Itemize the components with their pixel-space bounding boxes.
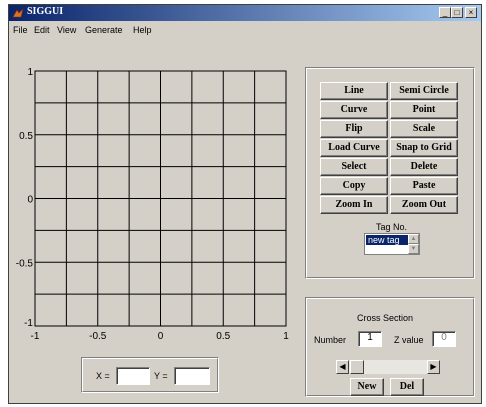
x-tick-label: 0.5 [216, 331, 230, 342]
x-tick-label: 0 [158, 331, 164, 342]
z-value-field: 0 [432, 331, 456, 347]
x-field[interactable] [116, 367, 150, 385]
tag-list-scrollbar[interactable]: ▲ ▼ [408, 234, 419, 254]
load-curve-button[interactable]: Load Curve [320, 139, 388, 157]
cross-section-slider[interactable]: ◀ ▶ [336, 360, 440, 374]
copy-button[interactable]: Copy [320, 177, 388, 195]
drawing-axes[interactable]: -1 -0.5 0 0.5 1 1 0.5 0 -0.5 -1 [9, 5, 309, 350]
scroll-down-icon[interactable]: ▼ [408, 244, 419, 254]
point-button[interactable]: Point [390, 101, 458, 119]
plot-grid [35, 71, 286, 326]
y-tick-label: -1 [24, 318, 33, 329]
tag-list-item-selected[interactable]: new tag [366, 235, 408, 245]
cross-section-panel: Cross Section Number 1 Z value 0 ◀ ▶ New… [305, 297, 475, 397]
x-tick-label: 1 [283, 331, 289, 342]
line-button[interactable]: Line [320, 82, 388, 100]
coords-panel: X = Y = [81, 357, 219, 393]
number-label: Number [314, 335, 347, 345]
slider-thumb[interactable] [350, 360, 364, 374]
delete-button[interactable]: Delete [390, 158, 458, 176]
x-tick-labels: -1 -0.5 0 0.5 1 [31, 331, 290, 342]
app-window: SIGGUI _ □ × File Edit View Generate Hel… [8, 4, 482, 404]
y-tick-label: 0.5 [19, 131, 33, 142]
y-field[interactable] [174, 367, 210, 385]
scroll-up-icon[interactable]: ▲ [408, 234, 419, 244]
slider-left-icon[interactable]: ◀ [336, 360, 349, 374]
select-button[interactable]: Select [320, 158, 388, 176]
zoom-out-button[interactable]: Zoom Out [390, 196, 458, 214]
flip-button[interactable]: Flip [320, 120, 388, 138]
x-tick-label: -0.5 [89, 331, 107, 342]
zoom-in-button[interactable]: Zoom In [320, 196, 388, 214]
del-button[interactable]: Del [390, 378, 424, 396]
close-button[interactable]: × [465, 7, 477, 18]
y-tick-label: 1 [27, 67, 33, 78]
snap-to-grid-button[interactable]: Snap to Grid [390, 139, 458, 157]
y-tick-label: 0 [27, 195, 33, 206]
scale-button[interactable]: Scale [390, 120, 458, 138]
tools-panel: Line Semi Circle Curve Point Flip Scale … [305, 67, 475, 279]
semi-circle-button[interactable]: Semi Circle [390, 82, 458, 100]
paste-button[interactable]: Paste [390, 177, 458, 195]
new-button[interactable]: New [350, 378, 384, 396]
tag-listbox[interactable]: new tag ▲ ▼ [364, 233, 420, 255]
number-field[interactable]: 1 [358, 331, 382, 347]
maximize-button[interactable]: □ [451, 7, 463, 18]
minimize-button[interactable]: _ [439, 7, 451, 18]
y-tick-label: -0.5 [16, 258, 34, 269]
tag-label: Tag No. [376, 222, 408, 232]
slider-right-icon[interactable]: ▶ [427, 360, 440, 374]
y-tick-labels: 1 0.5 0 -0.5 -1 [16, 67, 34, 329]
z-value-label: Z value [394, 335, 424, 345]
cross-section-title: Cross Section [357, 313, 414, 323]
y-label: Y = [154, 371, 168, 381]
curve-button[interactable]: Curve [320, 101, 388, 119]
x-tick-label: -1 [31, 331, 40, 342]
x-label: X = [96, 371, 110, 381]
